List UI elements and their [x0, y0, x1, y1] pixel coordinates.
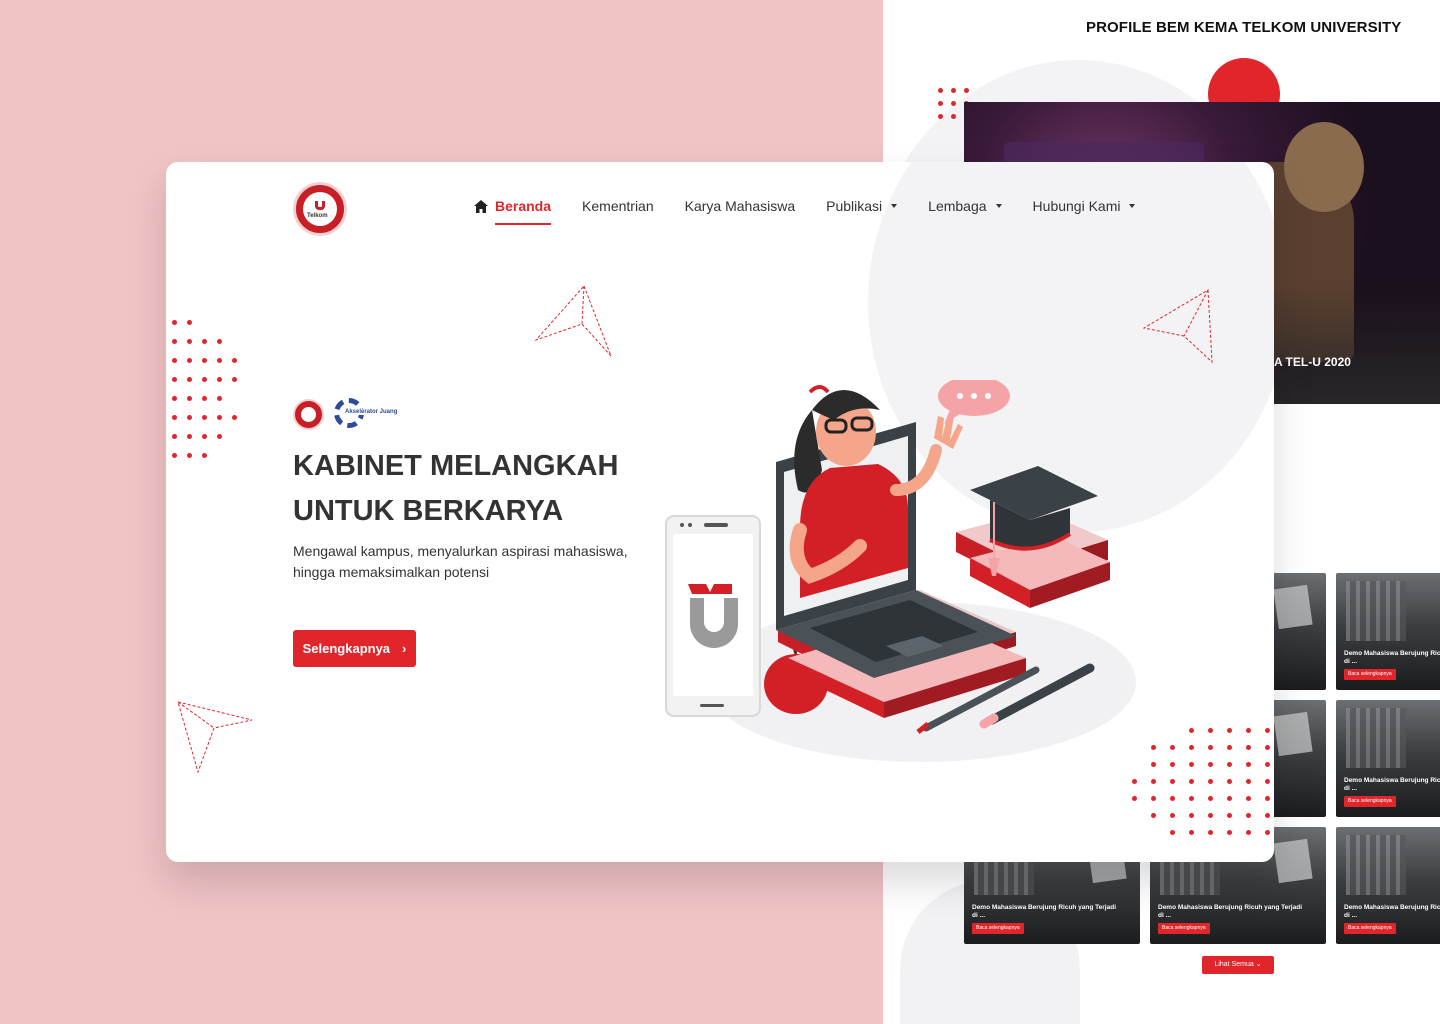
nav-kementrian[interactable]: Kementrian [582, 198, 654, 220]
nav-label: Publikasi [826, 198, 883, 214]
news-card-title: Demo Mahasiswa Berujung Ricuh yang Terja… [1344, 650, 1440, 666]
read-more-button[interactable]: Baca selengkapnya [1344, 796, 1396, 807]
nav-label: Karya Mahasiswa [684, 198, 796, 214]
hero-subtitle: Mengawal kampus, menyalurkan aspirasi ma… [293, 543, 628, 580]
hero-title-line1: KABINET MELANGKAH [293, 450, 619, 482]
caret-down-icon [891, 204, 898, 208]
news-card[interactable]: Demo Mahasiswa Berujung Ricuh yang Terja… [1336, 573, 1440, 690]
nav-label: Kementrian [582, 198, 654, 214]
phone-illustration [665, 515, 761, 717]
news-card-title: Demo Mahasiswa Berujung Ricuh yang Terja… [972, 904, 1116, 920]
nav-publikasi[interactable]: Publikasi [826, 198, 898, 220]
profile-hero-caption: A TEL-U 2020 [1274, 355, 1351, 369]
paper-plane-icon [177, 701, 253, 774]
nav-karya-mahasiswa[interactable]: Karya Mahasiswa [685, 198, 796, 220]
read-more-button[interactable]: Baca selengkapnya [1344, 923, 1396, 934]
caret-down-icon [995, 204, 1002, 208]
news-card[interactable]: Demo Mahasiswa Berujung Ricuh yang Terja… [1336, 700, 1440, 817]
news-card[interactable]: Demo Mahasiswa Berujung Ricuh yang Terja… [1336, 827, 1440, 944]
nav-label: Hubungi Kami [1032, 198, 1121, 214]
nav-hubungi-kami[interactable]: Hubungi Kami [1033, 198, 1136, 220]
news-card-title: Demo Mahasiswa Berujung Ricuh yang Terja… [1344, 904, 1440, 920]
chevron-right-icon: › [402, 641, 407, 656]
main-nav: Beranda Kementrian Karya Mahasiswa Publi… [474, 198, 1166, 225]
nav-lembaga[interactable]: Lembaga [928, 198, 1002, 220]
read-more-button[interactable]: Baca selengkapnya [1158, 923, 1210, 934]
akselerator-juang-logo: Akselerator Juang [334, 398, 399, 430]
nav-beranda[interactable]: Beranda [474, 198, 552, 225]
dot-pattern-left [172, 320, 247, 458]
selengkapnya-button[interactable]: Selengkapnya › [293, 630, 416, 667]
telkom-logo-small [293, 398, 324, 430]
hero-title: KABINET MELANGKAH UNTUK BERKARYA [293, 444, 618, 534]
nav-label: Beranda [495, 198, 552, 214]
paper-plane-icon [534, 285, 612, 357]
telkom-logo[interactable]: Telkom [293, 182, 347, 236]
dot-pattern-bottom-right [1132, 728, 1274, 835]
nav-label: Lembaga [928, 198, 987, 214]
teacher-illustration [789, 385, 963, 598]
paper-plane-icon [1142, 289, 1213, 364]
news-card-title: Demo Mahasiswa Berujung Ricuh yang Terja… [1344, 777, 1440, 793]
e-learning-illustration [665, 380, 1110, 734]
hero-title-line2: UNTUK BERKARYA [293, 495, 564, 527]
caret-down-icon [1129, 204, 1136, 208]
chat-bubble-icon [938, 380, 1010, 424]
hero-logos: Akselerator Juang [293, 398, 399, 430]
view-all-label: Lihat Semua [1214, 961, 1254, 968]
view-all-button[interactable]: Lihat Semua ⌄ [1202, 956, 1274, 974]
home-icon [474, 199, 488, 213]
graduation-cap-illustration [956, 466, 1110, 608]
cta-label: Selengkapnya [302, 641, 391, 656]
news-card-title: Demo Mahasiswa Berujung Ricuh yang Terja… [1158, 904, 1302, 920]
read-more-button[interactable]: Baca selengkapnya [1344, 669, 1396, 680]
landing-page-card: Telkom Beranda Kementrian Karya Mahasisw… [166, 162, 1274, 862]
profile-page-title: PROFILE BEM KEMA TELKOM UNIVERSITY [1086, 19, 1402, 36]
read-more-button[interactable]: Baca selengkapnya [972, 923, 1024, 934]
